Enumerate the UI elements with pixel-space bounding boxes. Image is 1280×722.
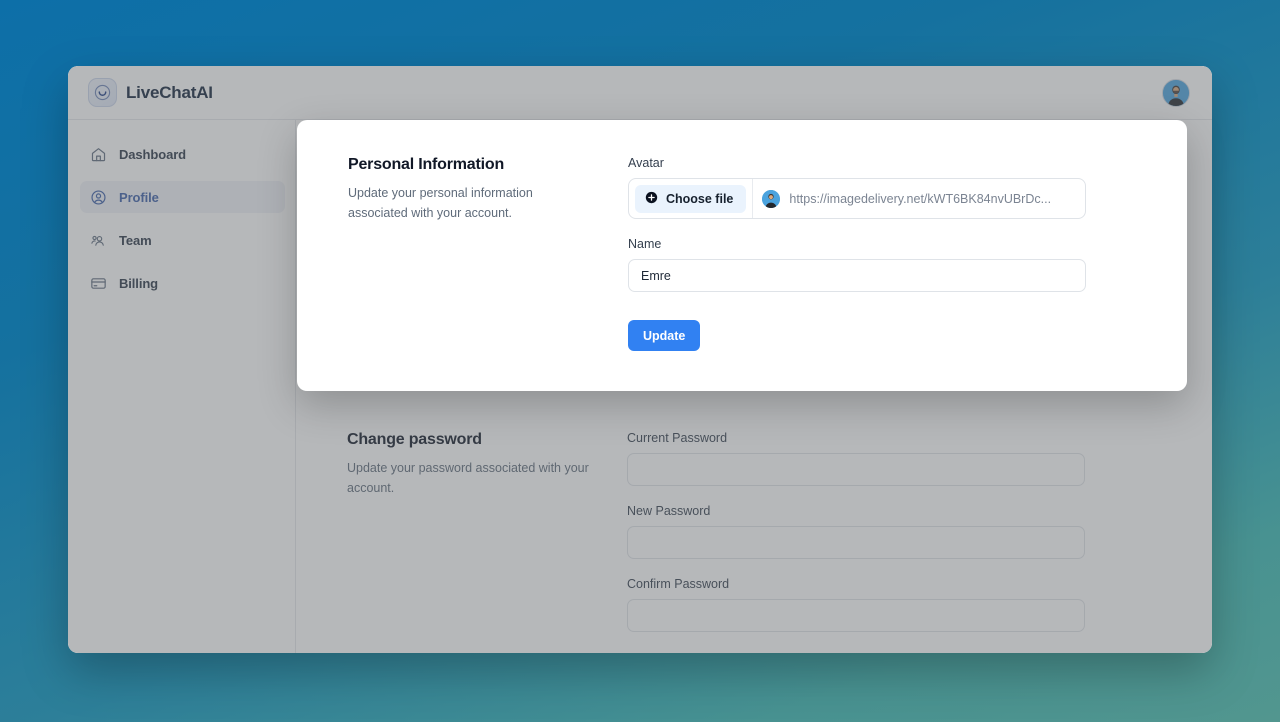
modal-choose-file-button[interactable]: Choose file <box>635 184 747 213</box>
modal-avatar-field: Avatar Choose file https://imagedelivery… <box>628 156 1086 219</box>
personal-information-modal: Personal Information Update your persona… <box>297 120 1187 391</box>
modal-title: Personal Information <box>348 156 505 173</box>
modal-avatar-url-text: https://imagedelivery.net/kWT6BK84nvUBrD… <box>789 191 1052 206</box>
modal-section-info: Personal Information Update your persona… <box>348 156 628 391</box>
modal-avatar-file-row[interactable]: Choose file https://imagedelivery.net/kW… <box>628 178 1086 219</box>
modal-avatar-label: Avatar <box>628 156 664 170</box>
modal-description: Update your personal information associa… <box>348 186 533 221</box>
modal-name-field: Name <box>628 237 1086 292</box>
modal-name-input[interactable] <box>628 259 1086 292</box>
modal-file-row-divider <box>752 179 754 218</box>
modal-section-fields: Avatar Choose file https://imagedelivery… <box>628 156 1086 391</box>
modal-choose-file-label: Choose file <box>666 191 734 206</box>
modal-update-button[interactable]: Update <box>628 320 701 351</box>
plus-circle-icon <box>645 191 658 207</box>
modal-name-label: Name <box>628 237 662 251</box>
modal-avatar-thumbnail <box>762 189 781 208</box>
